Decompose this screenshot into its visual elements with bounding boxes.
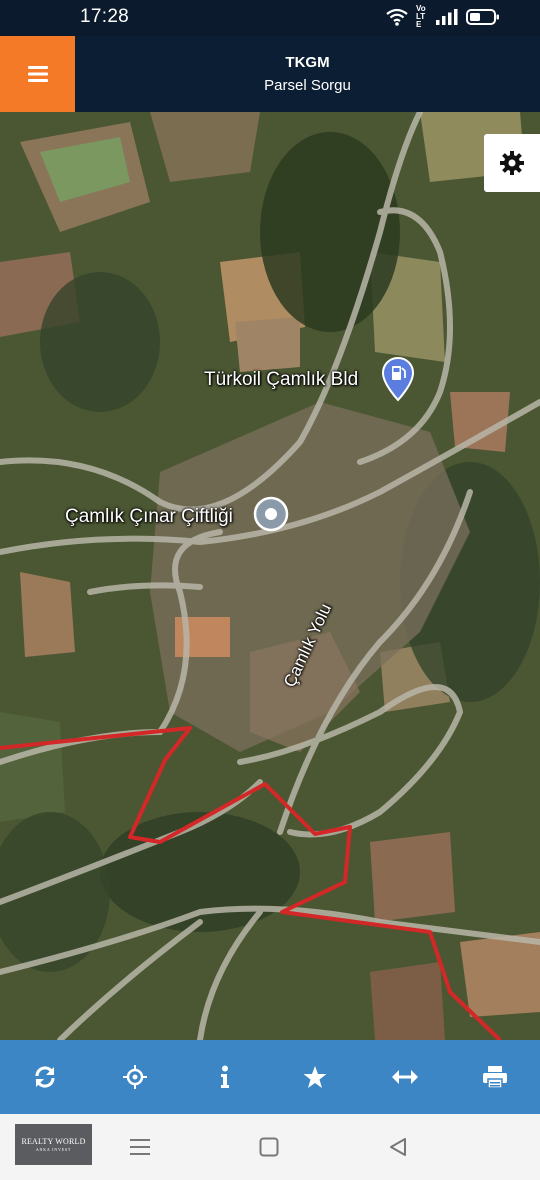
ad-line-2: ANKA INVEST — [35, 1147, 72, 1152]
field-patch — [370, 962, 445, 1040]
gear-icon — [500, 151, 524, 175]
map-view[interactable]: Türkoil Çamlık Bld Çamlık Çınar Çiftliği… — [0, 112, 540, 1040]
print-button[interactable] — [465, 1047, 525, 1107]
signal-icon — [436, 9, 458, 25]
status-bar: 17:28 Vo LTE — [0, 0, 540, 36]
menu-button[interactable] — [0, 36, 75, 112]
app-title: TKGM — [285, 54, 330, 71]
place-marker[interactable] — [253, 496, 289, 532]
locate-button[interactable] — [105, 1047, 165, 1107]
measure-button[interactable] — [375, 1047, 435, 1107]
realty-world-thumbnail[interactable]: REALTY WORLD ANKA INVEST — [15, 1124, 92, 1165]
status-time: 17:28 — [80, 6, 130, 27]
info-icon — [221, 1065, 229, 1088]
system-nav-bar: REALTY WORLD ANKA INVEST — [0, 1114, 540, 1180]
star-icon — [303, 1066, 327, 1088]
status-icons: Vo LTE — [386, 5, 500, 29]
field-patch — [370, 832, 455, 922]
info-button[interactable] — [195, 1047, 255, 1107]
wifi-icon — [386, 8, 408, 26]
fuel-station-marker[interactable] — [381, 356, 415, 402]
map-settings-button[interactable] — [484, 134, 540, 192]
app-header: TKGM Parsel Sorgu — [0, 36, 540, 112]
print-icon — [483, 1066, 507, 1088]
forest-patch — [40, 272, 160, 412]
field-patch — [0, 712, 65, 822]
satellite-imagery — [0, 112, 540, 1040]
home-icon — [259, 1137, 279, 1157]
refresh-icon — [35, 1066, 55, 1088]
recent-apps-icon — [130, 1139, 150, 1155]
refresh-button[interactable] — [15, 1047, 75, 1107]
back-button[interactable] — [383, 1132, 413, 1162]
ad-line-1: REALTY WORLD — [21, 1137, 86, 1146]
fuel-station-label: Türkoil Çamlık Bld — [204, 369, 359, 390]
back-icon — [390, 1138, 406, 1156]
locate-icon — [123, 1065, 147, 1089]
favorite-button[interactable] — [285, 1047, 345, 1107]
battery-icon — [466, 9, 499, 25]
field-patch — [460, 932, 540, 1017]
volte-icon: Vo LTE — [416, 5, 428, 29]
hamburger-icon — [27, 66, 48, 82]
map-toolbar — [0, 1040, 540, 1114]
app-subtitle: Parsel Sorgu — [264, 77, 351, 94]
field-patch — [235, 317, 300, 372]
measure-icon — [392, 1070, 418, 1084]
farm-label: Çamlık Çınar Çiftliği — [65, 506, 233, 527]
recent-apps-button[interactable] — [125, 1132, 155, 1162]
header-titles: TKGM Parsel Sorgu — [75, 36, 540, 112]
field-patch — [20, 572, 75, 657]
volte-text: Vo LTE — [416, 4, 426, 29]
home-button[interactable] — [254, 1132, 284, 1162]
